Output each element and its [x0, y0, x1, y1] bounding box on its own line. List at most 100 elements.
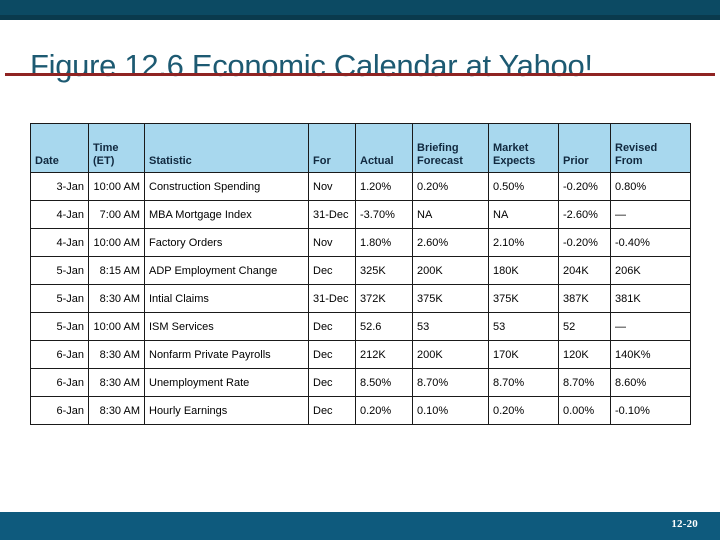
- cell-market: 53: [488, 312, 559, 341]
- cell-briefing: 8.70%: [412, 368, 489, 397]
- cell-market: 170K: [488, 340, 559, 369]
- cell-statistic: Construction Spending: [144, 172, 309, 201]
- cell-actual: -3.70%: [355, 200, 413, 229]
- cell-revised: -0.40%: [610, 228, 691, 257]
- cell-revised: 206K: [610, 256, 691, 285]
- top-accent-bar-shadow: [0, 15, 720, 20]
- cell-prior: 120K: [558, 340, 611, 369]
- cell-statistic: Hourly Earnings: [144, 396, 309, 425]
- column-header-statistic-label: Statistic: [149, 155, 192, 167]
- cell-time: 10:00 AM: [88, 228, 145, 257]
- column-header-prior: Prior: [558, 123, 611, 173]
- column-header-revised-line1: Revised: [615, 142, 658, 154]
- cell-revised: 8.60%: [610, 368, 691, 397]
- column-header-time-line2: (ET): [93, 155, 115, 167]
- cell-revised: —: [610, 200, 691, 229]
- cell-for: Dec: [308, 396, 356, 425]
- table-row: 5-Jan 8:15 AM ADP Employment Change Dec 325K…: [30, 256, 691, 285]
- cell-revised: 140K%: [610, 340, 691, 369]
- economic-calendar-table-container: Date Time (ET) Statistic For Actual Brief…: [30, 123, 691, 425]
- cell-statistic: ADP Employment Change: [144, 256, 309, 285]
- cell-date: 3-Jan: [30, 172, 89, 201]
- cell-briefing: 2.60%: [412, 228, 489, 257]
- cell-prior: 8.70%: [558, 368, 611, 397]
- column-header-market-expects: Market Expects: [488, 123, 559, 173]
- cell-date: 6-Jan: [30, 368, 89, 397]
- column-header-revised-from: Revised From: [610, 123, 691, 173]
- cell-market: 8.70%: [488, 368, 559, 397]
- column-header-for-label: For: [313, 155, 331, 167]
- cell-revised: 0.80%: [610, 172, 691, 201]
- column-header-time-line1: Time: [93, 142, 119, 154]
- column-header-for: For: [308, 123, 356, 173]
- cell-prior: -0.20%: [558, 228, 611, 257]
- cell-for: 31-Dec: [308, 284, 356, 313]
- cell-actual: 372K: [355, 284, 413, 313]
- column-header-actual-label: Actual: [360, 155, 394, 167]
- cell-briefing: 0.20%: [412, 172, 489, 201]
- footer-bar: [0, 512, 720, 540]
- cell-briefing: 0.10%: [412, 396, 489, 425]
- column-header-market-line1: Market: [493, 142, 529, 154]
- title-divider: [5, 73, 715, 76]
- cell-prior: 0.00%: [558, 396, 611, 425]
- table-header-row: Date Time (ET) Statistic For Actual Brief…: [30, 123, 691, 173]
- cell-date: 5-Jan: [30, 312, 89, 341]
- cell-market: 0.20%: [488, 396, 559, 425]
- cell-actual: 0.20%: [355, 396, 413, 425]
- column-header-statistic: Statistic: [144, 123, 309, 173]
- cell-briefing: 375K: [412, 284, 489, 313]
- cell-date: 6-Jan: [30, 396, 89, 425]
- cell-briefing: NA: [412, 200, 489, 229]
- cell-date: 4-Jan: [30, 228, 89, 257]
- cell-date: 5-Jan: [30, 256, 89, 285]
- cell-time: 10:00 AM: [88, 172, 145, 201]
- cell-date: 4-Jan: [30, 200, 89, 229]
- column-header-date-label: Date: [35, 155, 59, 167]
- cell-market: NA: [488, 200, 559, 229]
- cell-prior: 204K: [558, 256, 611, 285]
- table-row: 6-Jan 8:30 AM Hourly Earnings Dec 0.20% 0.10%…: [30, 396, 691, 425]
- cell-for: 31-Dec: [308, 200, 356, 229]
- table-row: 5-Jan 8:30 AM Intial Claims 31-Dec 372K 375K 3…: [30, 284, 691, 313]
- cell-briefing: 53: [412, 312, 489, 341]
- column-header-time: Time (ET): [88, 123, 145, 173]
- top-accent-bar: [0, 0, 720, 15]
- column-header-briefing-line2: Forecast: [417, 155, 463, 167]
- cell-briefing: 200K: [412, 256, 489, 285]
- cell-actual: 52.6: [355, 312, 413, 341]
- cell-actual: 325K: [355, 256, 413, 285]
- cell-market: 180K: [488, 256, 559, 285]
- column-header-market-line2: Expects: [493, 155, 536, 167]
- cell-statistic: Nonfarm Private Payrolls: [144, 340, 309, 369]
- cell-prior: -2.60%: [558, 200, 611, 229]
- cell-revised: -0.10%: [610, 396, 691, 425]
- cell-statistic: Factory Orders: [144, 228, 309, 257]
- cell-for: Dec: [308, 340, 356, 369]
- cell-prior: -0.20%: [558, 172, 611, 201]
- table-body: 3-Jan 10:00 AM Construction Spending Nov 1.2…: [30, 172, 691, 425]
- table-row: 3-Jan 10:00 AM Construction Spending Nov 1.2…: [30, 172, 691, 201]
- page-title: Figure 12.6 Economic Calendar at Yahoo!: [30, 47, 593, 83]
- cell-time: 8:30 AM: [88, 284, 145, 313]
- table-row: 4-Jan 7:00 AM MBA Mortgage Index 31-Dec -3.7…: [30, 200, 691, 229]
- cell-time: 8:30 AM: [88, 396, 145, 425]
- cell-market: 2.10%: [488, 228, 559, 257]
- cell-actual: 1.80%: [355, 228, 413, 257]
- cell-date: 5-Jan: [30, 284, 89, 313]
- page-number: 12-20: [671, 518, 698, 530]
- cell-revised: —: [610, 312, 691, 341]
- column-header-date: Date: [30, 123, 89, 173]
- cell-actual: 212K: [355, 340, 413, 369]
- column-header-briefing-line1: Briefing: [417, 142, 459, 154]
- cell-market: 0.50%: [488, 172, 559, 201]
- cell-for: Nov: [308, 172, 356, 201]
- cell-time: 10:00 AM: [88, 312, 145, 341]
- cell-time: 7:00 AM: [88, 200, 145, 229]
- cell-market: 375K: [488, 284, 559, 313]
- cell-revised: 381K: [610, 284, 691, 313]
- cell-time: 8:15 AM: [88, 256, 145, 285]
- cell-for: Dec: [308, 368, 356, 397]
- cell-prior: 52: [558, 312, 611, 341]
- column-header-briefing-forecast: Briefing Forecast: [412, 123, 489, 173]
